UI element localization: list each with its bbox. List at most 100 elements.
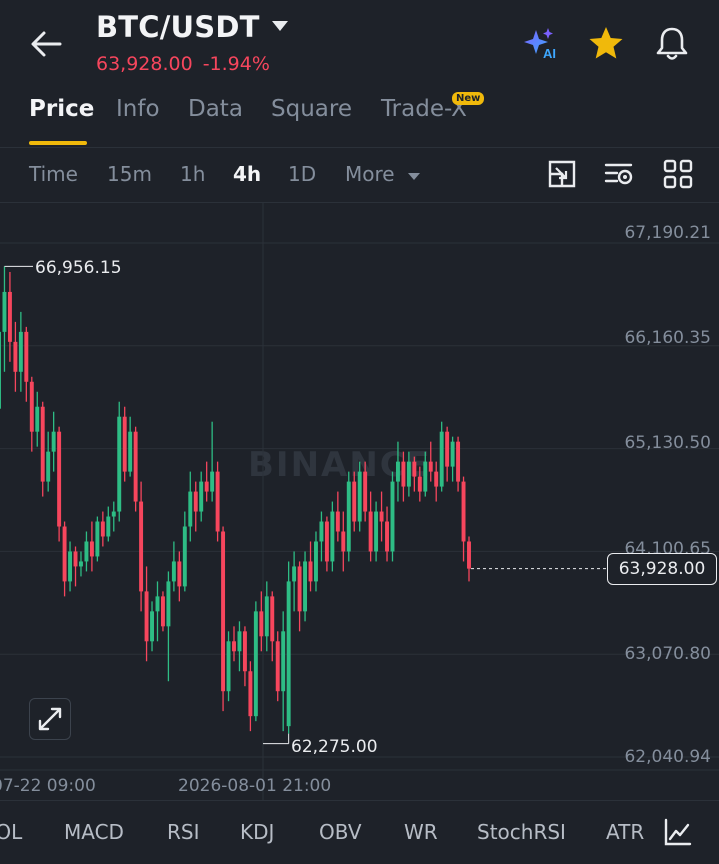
candle-body — [221, 531, 226, 692]
line-chart-icon[interactable] — [663, 817, 693, 847]
tab-square[interactable]: Square — [271, 96, 352, 122]
candle-body — [445, 431, 450, 467]
last-price: 63,928.00 — [96, 53, 193, 75]
candle-body — [46, 451, 51, 482]
candle-body — [385, 521, 389, 552]
price-line: 63,928.00 -1.94% — [96, 53, 270, 75]
candle-body — [363, 471, 368, 512]
indicator-stochrsi[interactable]: StochRSI — [477, 820, 566, 844]
candle-body — [177, 561, 182, 587]
candle-body — [139, 501, 144, 592]
candle-body — [155, 596, 160, 612]
candle-body — [357, 471, 362, 522]
candle-body — [450, 441, 455, 467]
candle-body — [237, 631, 242, 652]
bell-icon[interactable] — [652, 24, 692, 64]
y-tick: 67,190.21 — [624, 223, 711, 243]
candle-body — [346, 481, 351, 552]
candle-body — [352, 481, 357, 522]
price-chart[interactable]: BINANCE 67,190.21 66,160.35 65,130.50 64… — [0, 203, 719, 800]
candle-body — [62, 526, 67, 582]
interval-15m[interactable]: 15m — [107, 162, 152, 186]
candle-body — [232, 641, 236, 652]
star-icon[interactable] — [586, 24, 626, 64]
indicator-macd[interactable]: MACD — [64, 820, 124, 844]
candle-body — [13, 341, 18, 372]
candle-body — [314, 541, 318, 582]
indicator-bar: VOL MACD RSI KDJ OBV WR StochRSI ATR — [0, 800, 719, 864]
candle-body — [0, 331, 1, 409]
layout-grid-icon[interactable] — [662, 158, 694, 190]
indicator-vol[interactable]: VOL — [0, 820, 22, 844]
candle-body — [308, 561, 313, 582]
top-bar: BTC/USDT 63,928.00 -1.94% AI — [0, 0, 719, 88]
candle-body — [226, 641, 231, 692]
interval-1d[interactable]: 1D — [288, 162, 316, 186]
candle-body — [57, 431, 62, 527]
interval-time[interactable]: Time — [29, 162, 78, 186]
candle-body — [73, 551, 78, 567]
y-tick: 66,160.35 — [624, 328, 711, 348]
candle-body — [341, 531, 346, 552]
candle-body — [24, 331, 29, 382]
candle-body — [40, 406, 45, 482]
ai-sparkle-icon[interactable]: AI — [520, 24, 560, 64]
candle-body — [79, 561, 83, 567]
indicator-rsi[interactable]: RSI — [167, 820, 200, 844]
candle-body — [144, 591, 149, 642]
fullscreen-chart-icon[interactable] — [546, 158, 578, 190]
candle-body — [319, 521, 324, 542]
tab-price[interactable]: Price — [29, 96, 94, 122]
x-tick: 07-22 09:00 — [0, 776, 96, 796]
candle-body — [2, 291, 7, 332]
price-change: -1.94% — [202, 53, 270, 75]
candle-body — [242, 631, 247, 672]
candle-body — [253, 611, 258, 717]
x-tick: 2026-08-01 21:00 — [178, 776, 332, 796]
caret-down-icon[interactable] — [270, 18, 290, 34]
interval-4h[interactable]: 4h — [233, 162, 261, 186]
back-arrow-icon[interactable] — [28, 26, 68, 62]
ai-label: AI — [543, 46, 556, 61]
indicator-atr[interactable]: ATR — [606, 820, 644, 844]
tab-data[interactable]: Data — [188, 96, 243, 122]
indicator-kdj[interactable]: KDJ — [240, 820, 274, 844]
candle-body — [95, 521, 100, 557]
candle-body — [264, 596, 269, 637]
candle-body — [160, 596, 165, 627]
candle-body — [204, 481, 209, 492]
candle-body — [434, 471, 439, 487]
candle-body — [35, 406, 40, 432]
candle-body — [456, 441, 461, 482]
candle-body — [68, 551, 73, 582]
chart-settings-icon[interactable] — [603, 158, 635, 190]
y-tick: 62,040.94 — [624, 747, 711, 767]
indicator-wr[interactable]: WR — [404, 820, 438, 844]
candle-body — [275, 641, 280, 692]
candle-body — [259, 611, 264, 637]
expand-arrows-icon[interactable] — [29, 698, 71, 740]
interval-more[interactable]: More — [345, 162, 421, 186]
interval-1h[interactable]: 1h — [180, 162, 205, 186]
candle-body — [7, 291, 12, 342]
candle-body — [111, 511, 116, 517]
candle-body — [51, 431, 56, 452]
tab-info[interactable]: Info — [116, 96, 160, 122]
candle-body — [182, 526, 187, 587]
candle-body — [390, 481, 395, 552]
candle-body — [215, 471, 220, 532]
candle-body — [100, 521, 105, 537]
candle-body — [292, 566, 297, 582]
high-price-marker: 66,956.15 — [35, 258, 122, 278]
candle-body — [461, 481, 466, 542]
pair-title[interactable]: BTC/USDT — [96, 10, 260, 44]
candle-body — [324, 521, 329, 562]
candle-body — [330, 511, 335, 562]
candle-body — [210, 471, 215, 492]
main-tabs: Price Info Data Square Trade-X — [0, 88, 719, 148]
candle-body — [281, 631, 286, 692]
candle-body — [84, 541, 89, 562]
indicator-obv[interactable]: OBV — [319, 820, 362, 844]
candle-body — [171, 561, 176, 582]
candle-body — [428, 461, 433, 472]
